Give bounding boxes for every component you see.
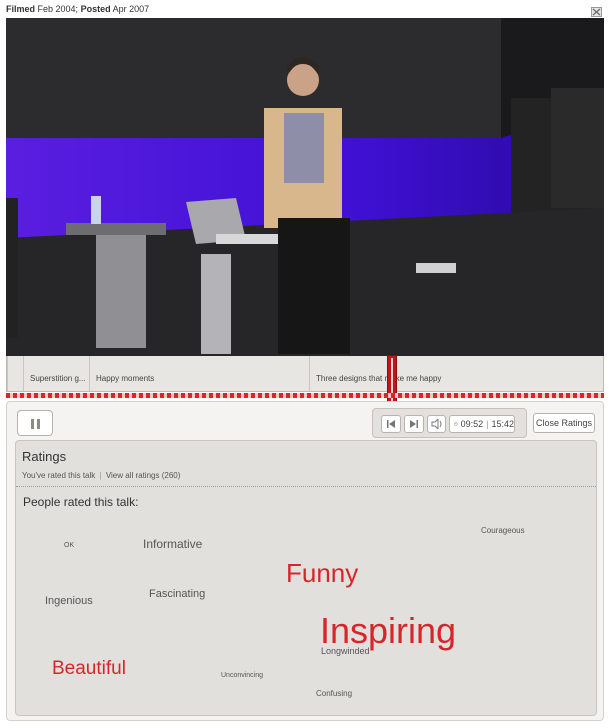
chapter-label: Three designs that make me happy <box>316 374 442 383</box>
chapter-item[interactable]: Three designs that make me happy <box>309 356 603 391</box>
ratings-separator: | <box>99 471 102 480</box>
chapter-item[interactable]: Happy moments <box>89 356 309 391</box>
filmed-label: Filmed <box>6 4 36 14</box>
ratings-divider <box>16 486 596 487</box>
people-rated-heading: People rated this talk: <box>23 495 139 509</box>
ratings-panel: Ratings You've rated this talk | View al… <box>15 440 597 716</box>
transport-controls: 09:52 | 15:42 <box>372 408 527 438</box>
rated-status: You've rated this talk <box>22 471 96 480</box>
fullscreen-icon[interactable] <box>591 4 602 17</box>
current-time: 09:52 <box>460 419 484 429</box>
progress-bar[interactable] <box>6 393 604 398</box>
rating-tag-unconvincing: Unconvincing <box>221 672 264 679</box>
filmed-posted-line: Filmed Feb 2004; Posted Apr 2007 <box>6 4 149 14</box>
player-controls-panel: 09:52 | 15:42 Close Ratings Ratings You'… <box>6 401 604 721</box>
chapter-item[interactable] <box>7 356 23 391</box>
posted-date: Apr 2007 <box>112 4 150 14</box>
rating-tag-inspiring: Inspiring <box>320 610 457 651</box>
chapter-timeline[interactable]: Superstition g... Happy moments Three de… <box>6 355 604 405</box>
close-ratings-button[interactable]: Close Ratings <box>533 413 595 433</box>
posted-label: Posted <box>80 4 111 14</box>
chapter-item[interactable]: Superstition g... <box>23 356 89 391</box>
time-separator: | <box>486 419 489 429</box>
chapter-label: Superstition g... <box>30 374 86 383</box>
video-frame-image <box>6 18 604 356</box>
skip-back-icon <box>387 420 395 428</box>
time-display: 09:52 | 15:42 <box>449 415 515 433</box>
rating-tag-informative: Informative <box>143 537 203 551</box>
pause-button[interactable] <box>17 410 53 436</box>
ratings-title: Ratings <box>22 449 67 464</box>
video-player[interactable] <box>6 18 604 356</box>
ratings-subline: You've rated this talk | View all rating… <box>22 471 180 480</box>
rating-tag-beautiful: Beautiful <box>52 658 126 679</box>
clock-icon <box>454 422 458 426</box>
skip-forward-icon <box>410 420 418 428</box>
view-all-ratings-link[interactable]: View all ratings (260) <box>106 471 181 480</box>
rating-tag-longwinded: Longwinded <box>321 646 370 656</box>
rating-tag-fascinating: Fascinating <box>149 588 206 600</box>
next-chapter-button[interactable] <box>404 415 424 433</box>
total-time: 15:42 <box>491 419 514 429</box>
rating-tag-courageous: Courageous <box>481 526 525 535</box>
rating-tag-ingenious: Ingenious <box>45 595 93 607</box>
volume-button[interactable] <box>427 415 446 433</box>
filmed-date: Feb 2004; <box>37 4 79 14</box>
speaker-icon <box>431 419 441 429</box>
rating-tag-confusing: Confusing <box>316 689 353 698</box>
chapter-label: Happy moments <box>96 374 155 383</box>
rating-tag-ok: OK <box>64 542 75 549</box>
rating-tag-funny: Funny <box>286 558 359 588</box>
previous-chapter-button[interactable] <box>381 415 401 433</box>
